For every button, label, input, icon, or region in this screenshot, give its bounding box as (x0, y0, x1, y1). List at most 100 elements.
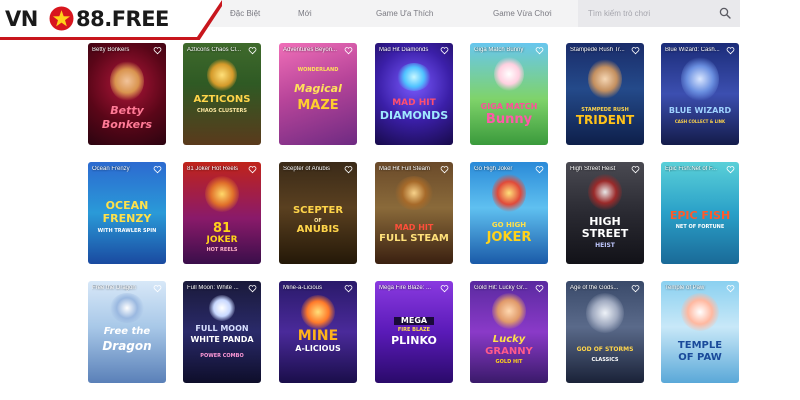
game-art-subtitle: NET OF FORTUNE (675, 224, 725, 230)
favorite-heart-icon[interactable] (440, 46, 449, 55)
game-title: Blue Wizard: Cash... (665, 47, 720, 53)
game-title: Mad Hit Full Steam (379, 166, 431, 172)
game-artwork (588, 174, 622, 210)
game-art-subtitle: WONDERLAND (297, 67, 339, 73)
favorite-heart-icon[interactable] (726, 46, 735, 55)
game-title: Giga Match Bunny (474, 47, 524, 53)
game-card[interactable]: GOD OF STORMS CLASSICS Age of the Gods..… (566, 281, 644, 383)
game-title: Mine-a-Licious (283, 285, 323, 291)
game-art-title: BLUE WIZARD (668, 106, 732, 115)
game-art-title: FRENZY (102, 212, 152, 225)
game-artwork (494, 57, 524, 91)
game-title: Scepter of Anubis (283, 166, 331, 172)
game-card[interactable]: OCEAN FRENZY WITH TRAWLER SPIN Ocean Fre… (88, 162, 166, 264)
game-title: Age of the Gods... (570, 285, 619, 291)
game-art-title: Bunny (485, 112, 533, 127)
game-art-title: DIAMONDS (379, 109, 449, 122)
game-art-subtitle: FIRE BLAZE (397, 327, 431, 333)
game-art-title: AZTICONS (193, 94, 251, 105)
tab-favorites[interactable]: Game Ưa Thích (376, 9, 433, 18)
game-art-title: GO HIGH (491, 221, 527, 229)
game-art-subtitle: HEIST (595, 242, 615, 249)
game-card[interactable]: MEGA FIRE BLAZE PLINKO Mega Fire Blaze: … (375, 281, 453, 383)
game-art-title: Lucky (492, 334, 526, 345)
game-art-subtitle: CHAOS CLUSTERS (197, 108, 247, 114)
game-card[interactable]: GO HIGH JOKER Go High Joker (470, 162, 548, 264)
game-artwork (209, 295, 235, 321)
game-title: Mad Hit Diamonds (379, 47, 429, 53)
site-logo[interactable]: VN 88.FREE (0, 0, 222, 40)
game-card[interactable]: BLUE WIZARD CASH COLLECT & LINK Blue Wiz… (661, 43, 739, 145)
game-art-title: EPIC FISH (669, 209, 731, 222)
game-art-title: GOD OF STORMS (576, 346, 634, 353)
game-art-title: OF PAW (678, 352, 722, 363)
game-artwork (110, 61, 144, 101)
game-artwork (492, 174, 526, 212)
favorite-heart-icon[interactable] (726, 165, 735, 174)
game-card[interactable]: Free the Dragon Free the Dragon (88, 281, 166, 383)
game-art-title: FULL STEAM (379, 233, 449, 244)
favorite-heart-icon[interactable] (535, 165, 544, 174)
game-card[interactable]: TEMPLE OF PAW Temple of Paw (661, 281, 739, 383)
game-title: 81 Joker Hot Reels (187, 166, 239, 172)
game-card[interactable]: FULL MOON WHITE PANDA POWER COMBO Full M… (183, 281, 261, 383)
favorite-heart-icon[interactable] (440, 284, 449, 293)
star-icon (49, 6, 74, 31)
favorite-heart-icon[interactable] (248, 165, 257, 174)
tab-new[interactable]: Mới (298, 9, 312, 18)
game-title: Ocean Frenzy (92, 166, 130, 172)
game-title: Epic Fish:Net of F... (665, 166, 718, 172)
game-art-title: STREET (581, 227, 629, 240)
favorite-heart-icon[interactable] (344, 165, 353, 174)
game-card[interactable]: Lucky GRANNY GOLD HIT Gold Hit: Lucky Gr… (470, 281, 548, 383)
favorite-heart-icon[interactable] (153, 165, 162, 174)
game-card[interactable]: AZTICONS CHAOS CLUSTERS Azticons Chaos C… (183, 43, 261, 145)
game-art-title: Free the (103, 326, 151, 337)
favorite-heart-icon[interactable] (535, 46, 544, 55)
game-artwork (586, 293, 624, 333)
favorite-heart-icon[interactable] (631, 46, 640, 55)
favorite-heart-icon[interactable] (344, 46, 353, 55)
game-art-subtitle: HOT REELS (206, 247, 238, 253)
favorite-heart-icon[interactable] (153, 46, 162, 55)
favorite-heart-icon[interactable] (344, 284, 353, 293)
game-title: Gold Hit: Lucky Gr... (474, 285, 528, 291)
game-title: Adventures Beyon... (283, 47, 338, 53)
game-title: Go High Joker (474, 166, 513, 172)
game-card[interactable]: MAD HIT FULL STEAM Mad Hit Full Steam (375, 162, 453, 264)
game-card[interactable]: 81 JOKER HOT REELS 81 Joker Hot Reels (183, 162, 261, 264)
game-art-title: PLINKO (391, 334, 437, 347)
game-art-subtitle: GOLD HIT (495, 359, 523, 365)
favorite-heart-icon[interactable] (248, 284, 257, 293)
game-card[interactable]: HIGH STREET HEIST High Street Heist (566, 162, 644, 264)
logo-text-88free: 88.FREE (76, 7, 169, 31)
game-artwork (397, 63, 431, 91)
search-icon[interactable] (719, 7, 731, 19)
tab-special[interactable]: Đặc Biệt (230, 9, 260, 18)
tab-recent[interactable]: Game Vừa Chơi (493, 9, 552, 18)
game-art-title: GIGA MATCH (480, 102, 538, 111)
favorite-heart-icon[interactable] (153, 284, 162, 293)
game-card[interactable]: MINE A-LICIOUS Mine-a-Licious (279, 281, 357, 383)
game-art-title: MAD HIT (394, 223, 434, 232)
game-title: Azticons Chaos Cl... (187, 47, 242, 53)
game-card[interactable]: STAMPEDE RUSH TRIDENT Stampede Rush Tr..… (566, 43, 644, 145)
favorite-heart-icon[interactable] (535, 284, 544, 293)
game-title: Mega Fire Blaze: ... (379, 285, 432, 291)
logo-text-vn: VN (5, 7, 38, 31)
game-card[interactable]: GIGA MATCH Bunny Giga Match Bunny (470, 43, 548, 145)
favorite-heart-icon[interactable] (440, 165, 449, 174)
game-art-title: Dragon (102, 339, 152, 353)
search-input[interactable]: Tìm kiếm trò chơi (578, 0, 740, 27)
game-card[interactable]: EPIC FISH NET OF FORTUNE Epic Fish:Net o… (661, 162, 739, 264)
game-card[interactable]: WONDERLAND Magical MAZE Adventures Beyon… (279, 43, 357, 145)
favorite-heart-icon[interactable] (631, 284, 640, 293)
favorite-heart-icon[interactable] (631, 165, 640, 174)
game-art-title: WHITE PANDA (190, 335, 254, 344)
favorite-heart-icon[interactable] (248, 46, 257, 55)
game-card[interactable]: Betty Bonkers Betty Bonkers (88, 43, 166, 145)
game-art-title: ANUBIS (296, 224, 340, 235)
favorite-heart-icon[interactable] (726, 284, 735, 293)
game-card[interactable]: SCEPTER OF ANUBIS Scepter of Anubis (279, 162, 357, 264)
game-card[interactable]: MAD HIT DIAMONDS Mad Hit Diamonds (375, 43, 453, 145)
